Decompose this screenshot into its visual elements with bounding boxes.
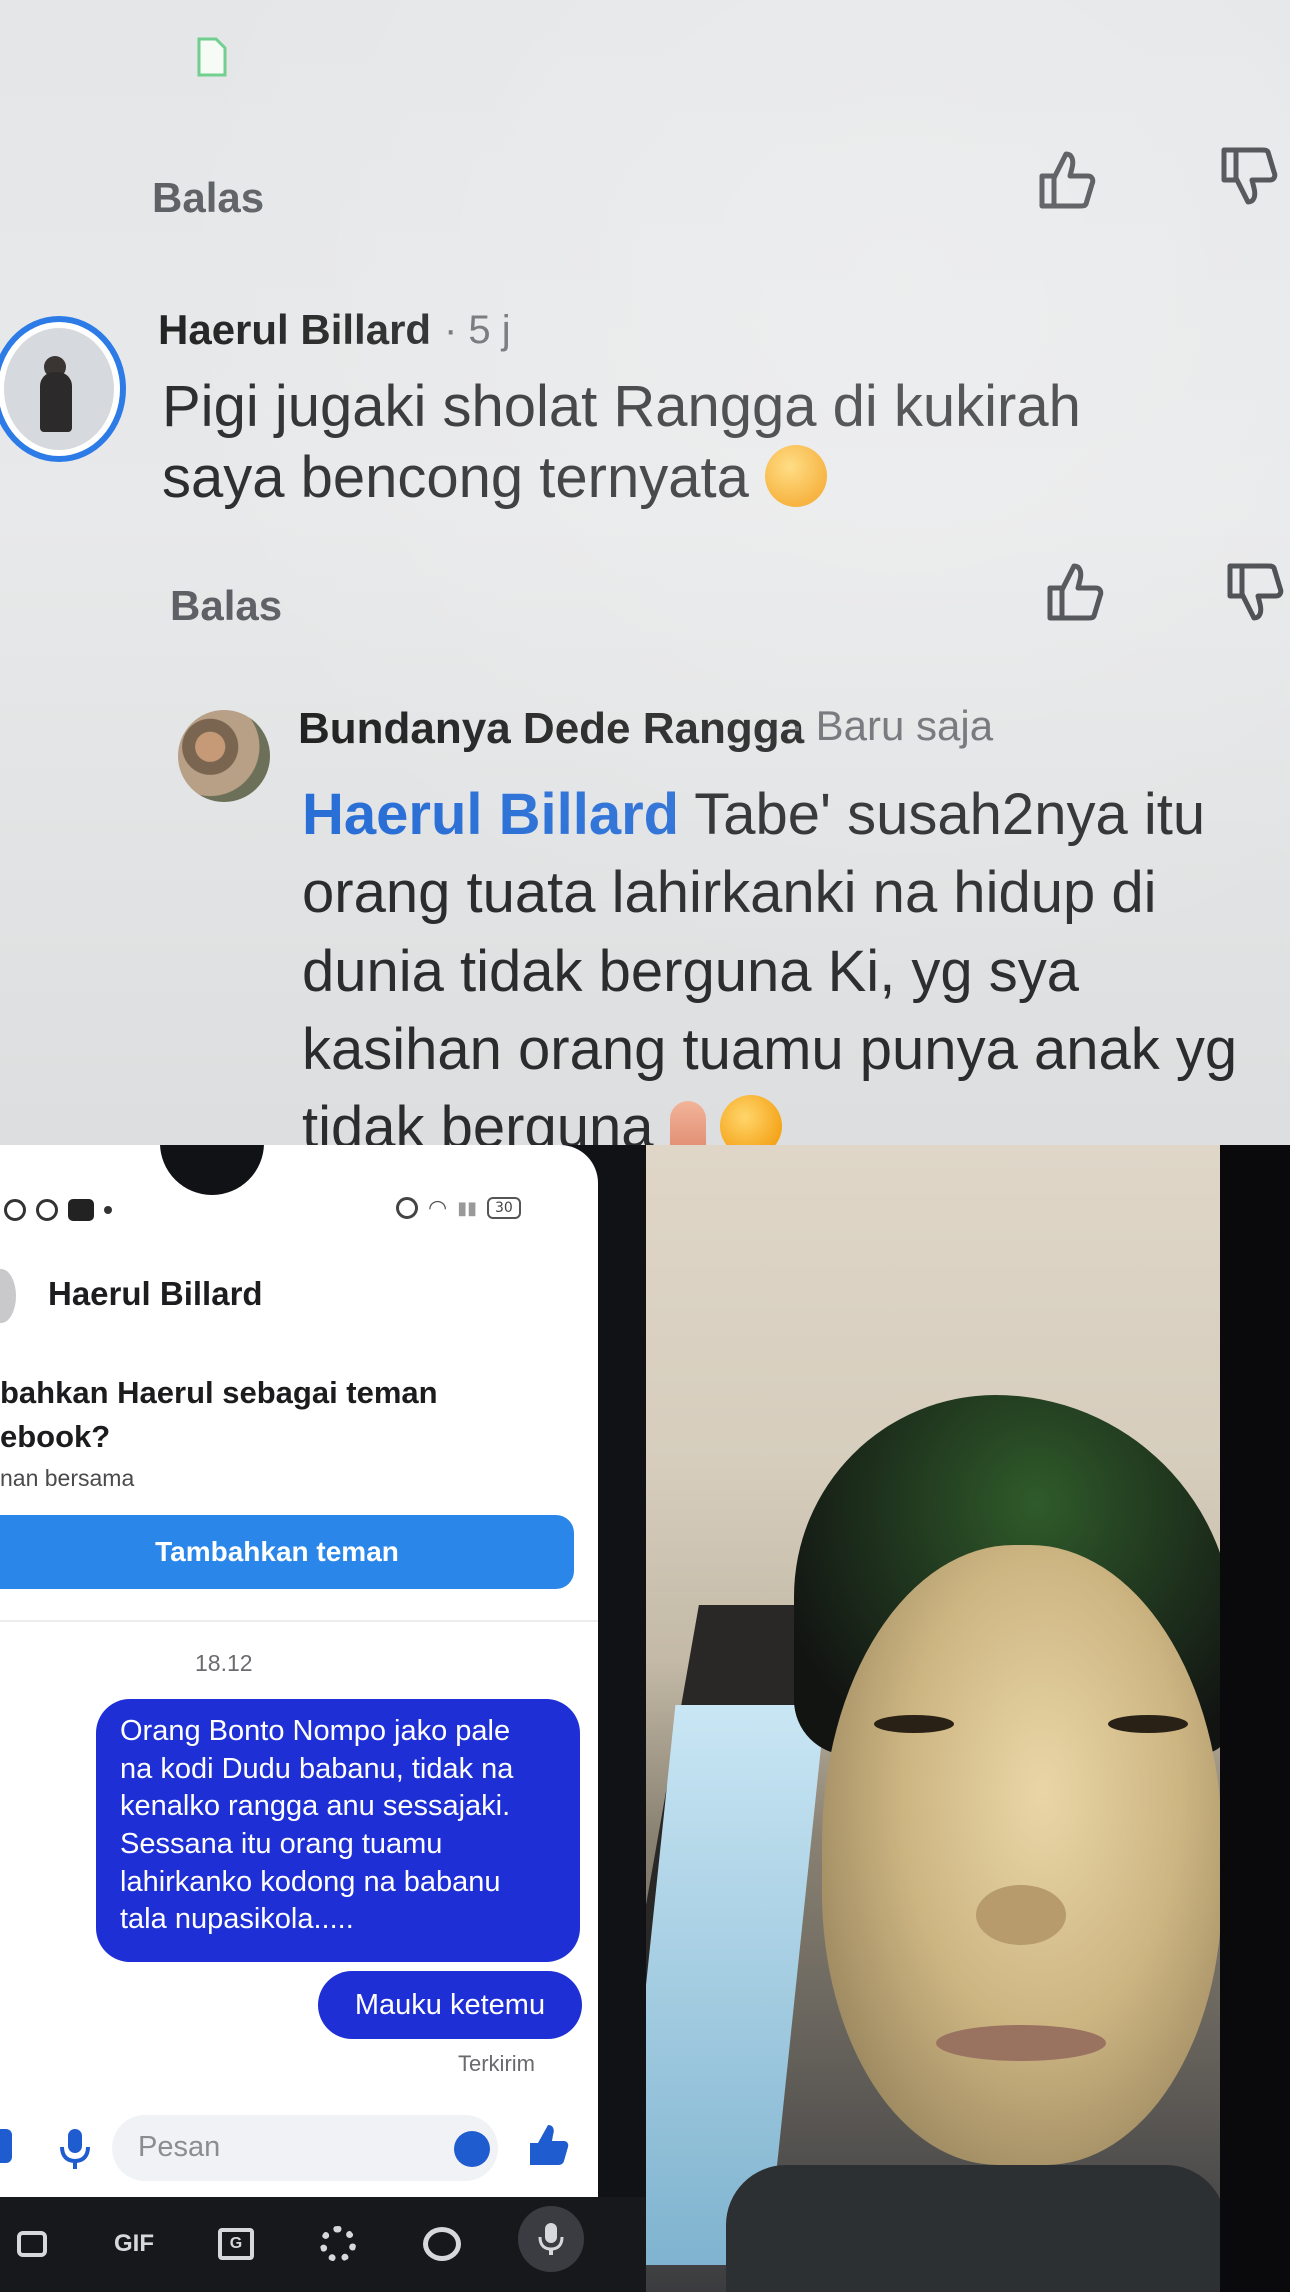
message-timestamp: 18.12 (195, 1650, 253, 1676)
battery-icon: 30 (487, 1197, 521, 1219)
laughing-emoji-icon (764, 444, 827, 507)
signal-icon: ▮▮ (457, 1197, 478, 1218)
status-bar-system: ◠ ▮▮ 30 (396, 1195, 521, 1221)
comment-time: · 5 j (444, 308, 511, 352)
delivery-status: Terkirim (458, 2051, 535, 2076)
comment-text: Pigi jugaki sholat Rangga di kukirah say… (162, 374, 1081, 510)
youtube-icon (68, 1199, 94, 1221)
instagram-icon (36, 1199, 58, 1221)
translate-icon[interactable]: G (206, 2214, 266, 2274)
nose (976, 1885, 1066, 1945)
like-icon[interactable] (1034, 148, 1098, 212)
shirt (726, 2165, 1220, 2292)
divider (0, 1620, 598, 1622)
reply-link[interactable]: Balas (152, 174, 264, 222)
eye (1108, 1715, 1188, 1733)
commenter-avatar[interactable] (0, 316, 126, 462)
contact-avatar[interactable] (0, 1269, 16, 1323)
dislike-icon[interactable] (1216, 144, 1280, 208)
like-icon[interactable] (1042, 560, 1106, 624)
whatsapp-icon (4, 1199, 26, 1221)
reply-time: · Baru saja (790, 702, 994, 749)
face (822, 1545, 1220, 2165)
reply-author[interactable]: Bundanya Dede Rangga (298, 704, 804, 754)
reply-link[interactable]: Balas (170, 582, 282, 630)
add-friend-button[interactable]: Tambahkan teman (0, 1515, 574, 1589)
gear-icon[interactable] (308, 2214, 368, 2274)
voice-input-icon[interactable] (518, 2206, 584, 2272)
alarm-icon (396, 1197, 418, 1219)
gallery-icon[interactable] (0, 2129, 12, 2163)
gif-button[interactable]: GIF (104, 2214, 164, 2274)
mutual-friends-text: nan bersama (0, 1465, 135, 1491)
sticker-icon[interactable] (2, 2214, 62, 2274)
palette-icon[interactable] (412, 2214, 472, 2274)
mention-link[interactable]: Haerul Billard (302, 782, 679, 847)
composer: Pesan (0, 2115, 598, 2187)
add-friend-prompt: bahkan Haerul sebagai teman ebook? (0, 1375, 438, 1455)
document-icon (197, 37, 227, 77)
status-bar-app-icons (4, 1199, 112, 1221)
message-bubble[interactable]: Mauku ketemu (318, 1971, 582, 2039)
selfie-photo (646, 1145, 1220, 2292)
microphone-icon[interactable] (58, 2127, 92, 2171)
emoji-icon[interactable] (454, 2131, 490, 2167)
reply-avatar[interactable] (178, 710, 270, 802)
camera-notch (160, 1145, 264, 1195)
eye (874, 1715, 954, 1733)
grimace-emoji-icon (719, 1095, 782, 1145)
praying-hands-icon (669, 1101, 706, 1145)
photo-border (1220, 1145, 1290, 2292)
message-input[interactable]: Pesan (112, 2115, 498, 2181)
message-bubble[interactable]: Orang Bonto Nompo jako pale na kodi Dudu… (96, 1699, 580, 1962)
messenger-screen: ◠ ▮▮ 30 Haerul Billard bahkan Haerul seb… (0, 1145, 598, 2197)
comments-photo: Balas Haerul Billard · 5 j Pigi jugaki s… (0, 0, 1290, 1145)
wifi-icon: ◠ (428, 1195, 448, 1220)
mouth (936, 2025, 1106, 2061)
more-notifications-icon (104, 1206, 112, 1214)
contact-name[interactable]: Haerul Billard (48, 1275, 263, 1313)
like-icon[interactable] (526, 2123, 570, 2167)
reply-text: Haerul Billard Tabe' susah2nya itu orang… (302, 776, 1237, 1145)
dislike-icon[interactable] (1222, 560, 1286, 624)
comment-author[interactable]: Haerul Billard (158, 306, 431, 354)
